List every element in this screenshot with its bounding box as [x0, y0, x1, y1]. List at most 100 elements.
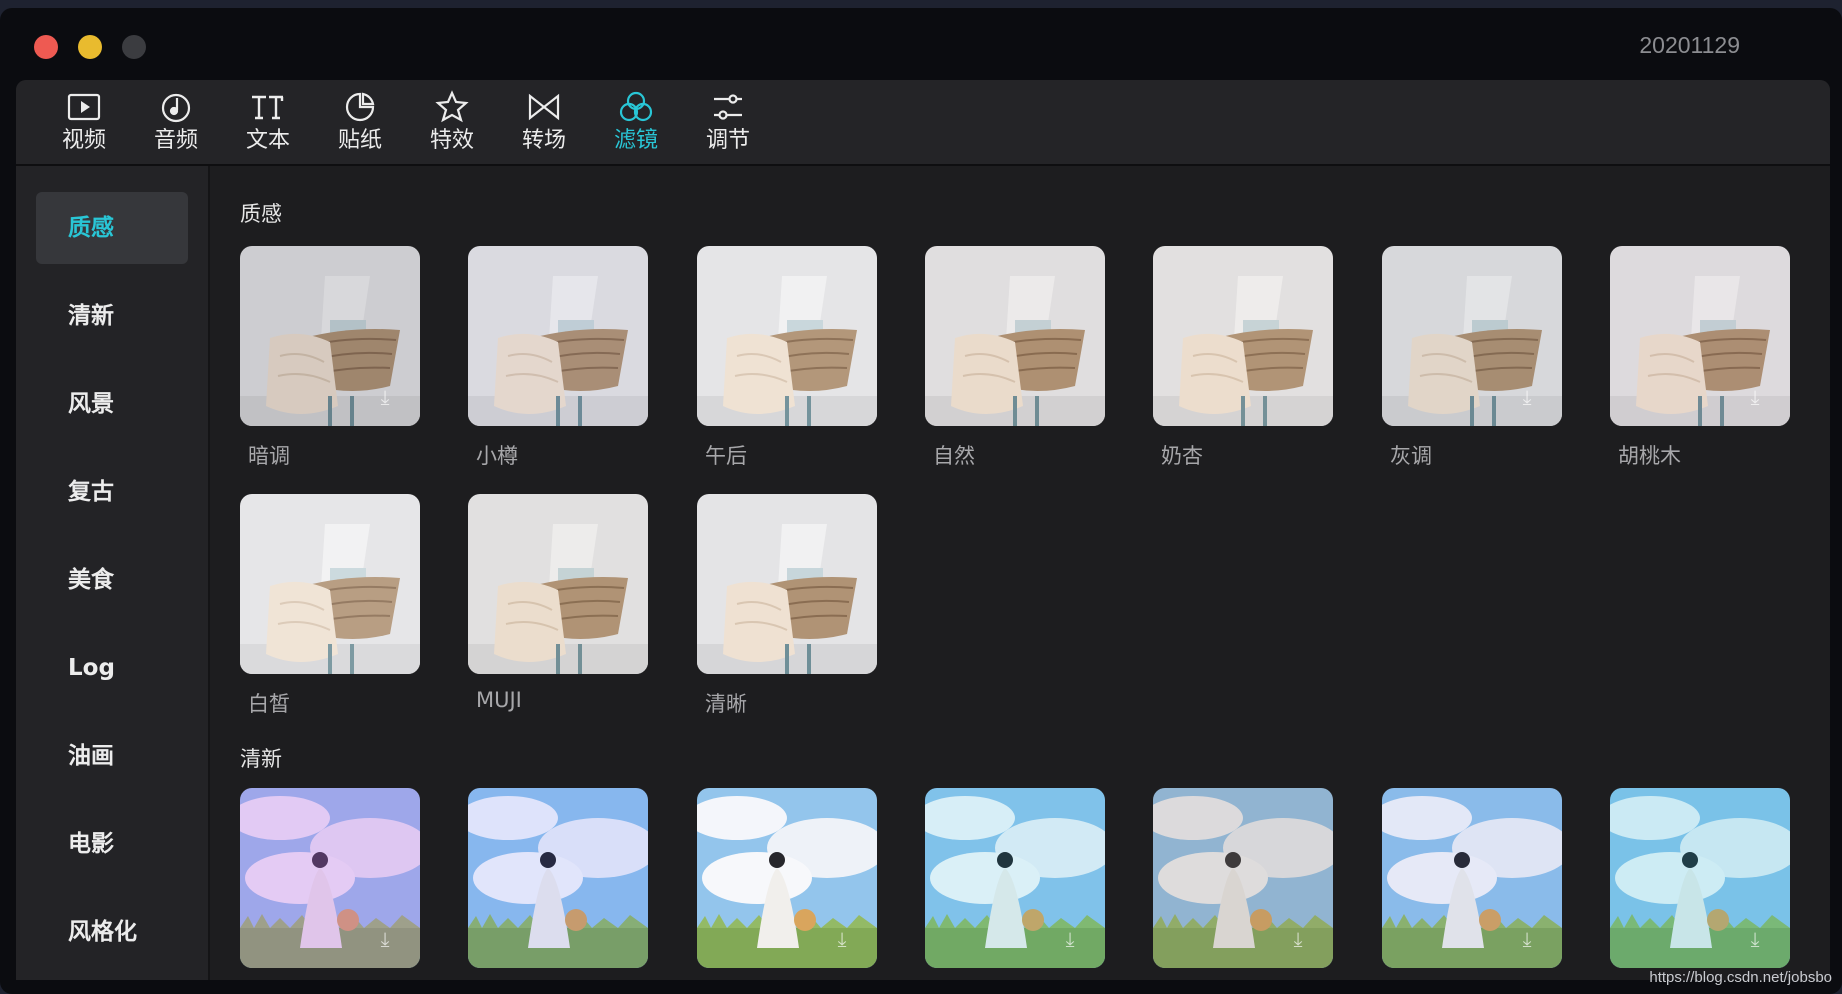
- audio-icon: [161, 93, 191, 123]
- filter-thumbnail: [697, 494, 877, 674]
- tab-sticker-label: 贴纸: [337, 128, 382, 153]
- filter-card[interactable]: ⤓: [1610, 788, 1790, 968]
- sidebar-item-oil-painting[interactable]: 油画: [36, 720, 188, 792]
- download-icon[interactable]: ⤓: [1742, 926, 1768, 952]
- tab-filter[interactable]: 滤镜: [590, 88, 682, 160]
- sidebar-item-fresh[interactable]: 清新: [36, 280, 188, 352]
- section-title-fresh: 清新: [240, 747, 282, 771]
- download-icon[interactable]: ⤓: [1057, 926, 1083, 952]
- tab-transition[interactable]: 转场: [498, 88, 590, 160]
- section-title-texture: 质感: [240, 202, 282, 226]
- tab-adjust[interactable]: 调节: [682, 88, 774, 160]
- filter-card[interactable]: MUJI: [468, 494, 648, 712]
- filter-card[interactable]: 清晰: [697, 494, 877, 718]
- filter-thumbnail: [468, 246, 648, 426]
- tab-video[interactable]: 视频: [38, 88, 130, 160]
- tab-transition-label: 转场: [521, 128, 566, 153]
- window-title: 20201129: [1639, 32, 1740, 58]
- filter-card[interactable]: ⤓ 灰调: [1382, 246, 1562, 470]
- download-icon[interactable]: ⤓: [1742, 384, 1768, 410]
- filter-tint: [468, 788, 648, 968]
- tab-audio-label: 音频: [153, 128, 198, 153]
- filter-tint: [468, 246, 648, 426]
- tab-effects-label: 特效: [429, 128, 474, 153]
- filter-card[interactable]: ⤓ 胡桃木: [1610, 246, 1790, 470]
- sidebar-item-log[interactable]: Log: [36, 632, 188, 704]
- sidebar-item-stylized[interactable]: 风格化: [36, 896, 188, 968]
- filter-tint: [468, 494, 648, 674]
- filter-thumbnail: ⤓: [1153, 788, 1333, 968]
- filter-label: 胡桃木: [1618, 444, 1681, 468]
- filter-label: 白皙: [248, 692, 290, 716]
- title-bar: 20201129: [0, 8, 1842, 80]
- minimize-window-button[interactable]: [78, 35, 102, 59]
- category-toolbar: 视频 音频 文本 贴纸 特效 转场 滤镜 调节: [16, 80, 1830, 166]
- sticker-icon: [345, 92, 375, 122]
- tab-effects[interactable]: 特效: [406, 88, 498, 160]
- filter-thumbnail: ⤓: [697, 788, 877, 968]
- filter-tint: [1153, 246, 1333, 426]
- tab-text[interactable]: 文本: [222, 88, 314, 160]
- filter-card[interactable]: 奶杏: [1153, 246, 1333, 470]
- filter-thumbnail: ⤓: [1382, 246, 1562, 426]
- filter-icon: [619, 91, 653, 122]
- tab-sticker[interactable]: 贴纸: [314, 88, 406, 160]
- filter-thumbnail: ⤓: [240, 788, 420, 968]
- filter-card[interactable]: ⤓: [240, 788, 420, 968]
- filter-category-sidebar: 质感 清新 风景 复古 美食 Log 油画 电影 风格化: [16, 166, 210, 980]
- tab-text-label: 文本: [245, 128, 290, 153]
- sidebar-item-texture[interactable]: 质感: [36, 192, 188, 264]
- filter-label: MUJI: [476, 688, 522, 712]
- filter-thumbnail: ⤓: [1382, 788, 1562, 968]
- download-icon[interactable]: ⤓: [1285, 926, 1311, 952]
- video-icon: [67, 93, 101, 121]
- filter-thumbnail: ⤓: [1610, 246, 1790, 426]
- filter-card[interactable]: 自然: [925, 246, 1105, 470]
- filter-card[interactable]: ⤓: [1382, 788, 1562, 968]
- filter-card[interactable]: ⤓: [925, 788, 1105, 968]
- zoom-window-button[interactable]: [122, 35, 146, 59]
- tab-audio[interactable]: 音频: [130, 88, 222, 160]
- close-window-button[interactable]: [34, 35, 58, 59]
- text-icon: [252, 95, 284, 120]
- filter-card[interactable]: [468, 788, 648, 968]
- download-icon[interactable]: ⤓: [829, 926, 855, 952]
- filter-tint: [697, 246, 877, 426]
- filter-thumbnail: [1153, 246, 1333, 426]
- filter-card[interactable]: ⤓ 暗调: [240, 246, 420, 470]
- effects-icon: [435, 90, 469, 123]
- filter-thumbnail: ⤓: [1610, 788, 1790, 968]
- filter-card[interactable]: ⤓: [697, 788, 877, 968]
- filter-card[interactable]: ⤓: [1153, 788, 1333, 968]
- filter-thumbnail: [468, 494, 648, 674]
- filter-grid: 质感 清新 ⤓ 暗调 小樽 午后 自然 奶杏 ⤓ 灰调 ⤓ 胡桃木白皙 MUJI 清晰 ⤓ ⤓ ⤓ ⤓ ⤓ ⤓: [210, 166, 1830, 980]
- filter-label: 自然: [933, 444, 975, 468]
- filter-thumbnail: ⤓: [925, 788, 1105, 968]
- sidebar-item-food[interactable]: 美食: [36, 544, 188, 616]
- filter-thumbnail: [468, 788, 648, 968]
- download-icon[interactable]: ⤓: [372, 384, 398, 410]
- material-panel: 视频 音频 文本 贴纸 特效 转场 滤镜 调节 质感 清新 风景 复古 美食 L…: [16, 80, 1830, 980]
- download-icon[interactable]: ⤓: [1514, 384, 1540, 410]
- sidebar-item-retro[interactable]: 复古: [36, 456, 188, 528]
- transition-icon: [528, 93, 560, 121]
- filter-label: 午后: [705, 444, 747, 468]
- filter-thumbnail: ⤓: [240, 246, 420, 426]
- filter-card[interactable]: 小樽: [468, 246, 648, 470]
- filter-label: 灰调: [1390, 444, 1432, 468]
- download-icon[interactable]: ⤓: [1514, 926, 1540, 952]
- sidebar-item-scenery[interactable]: 风景: [36, 368, 188, 440]
- filter-card[interactable]: 午后: [697, 246, 877, 470]
- filter-thumbnail: [697, 246, 877, 426]
- sidebar-item-movie[interactable]: 电影: [36, 808, 188, 880]
- adjust-icon: [714, 94, 742, 120]
- download-icon[interactable]: ⤓: [372, 926, 398, 952]
- app-window: 20201129 视频 音频 文本 贴纸 特效 转场 滤镜 调节 质感 清新 风…: [0, 8, 1842, 994]
- filter-tint: [925, 246, 1105, 426]
- filter-card[interactable]: 白皙: [240, 494, 420, 718]
- filter-label: 小樽: [476, 444, 518, 468]
- filter-label: 清晰: [705, 692, 747, 716]
- filter-thumbnail: [925, 246, 1105, 426]
- tab-video-label: 视频: [61, 128, 106, 153]
- filter-label: 奶杏: [1161, 444, 1203, 468]
